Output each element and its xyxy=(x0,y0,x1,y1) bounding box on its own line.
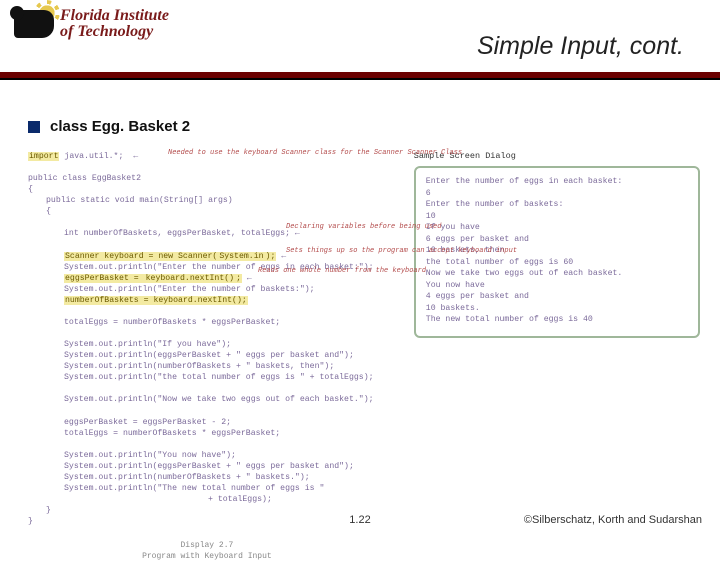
header: Florida Institute of Technology Simple I… xyxy=(0,0,720,76)
panther-sun-icon xyxy=(12,4,56,44)
title-underline xyxy=(0,72,720,80)
logo-line1: Florida Institute xyxy=(60,8,169,24)
sample-dialog: Sample Screen Dialog Enter the number of… xyxy=(414,151,700,563)
slide-title: Simple Input, cont. xyxy=(477,32,684,61)
code-listing: import java.util.*; ← Needed to use the … xyxy=(28,151,386,563)
figure: import java.util.*; ← Needed to use the … xyxy=(28,151,700,563)
hl-import: import xyxy=(28,152,59,161)
logo-line2: of Technology xyxy=(60,24,169,40)
bullet: class Egg. Basket 2 xyxy=(28,118,700,135)
content: class Egg. Basket 2 import java.util.*; … xyxy=(28,118,700,563)
square-bullet-icon xyxy=(28,121,40,133)
bullet-text: class Egg. Basket 2 xyxy=(50,118,190,135)
annot-import: Needed to use the keyboard Scanner class… xyxy=(168,149,462,158)
figure-caption: Display 2.7 Program with Keyboard Input xyxy=(28,541,386,563)
annot-read: Reads one whole number from the keyboard xyxy=(258,267,426,276)
logo-text: Florida Institute of Technology xyxy=(60,8,169,40)
annot-scanner: Sets things up so the program can accept… xyxy=(286,247,517,256)
copyright: ©Silberschatz, Korth and Sudarshan xyxy=(524,514,702,526)
annot-decl: Declaring variables before being used xyxy=(286,223,441,232)
logo: Florida Institute of Technology xyxy=(12,4,169,44)
